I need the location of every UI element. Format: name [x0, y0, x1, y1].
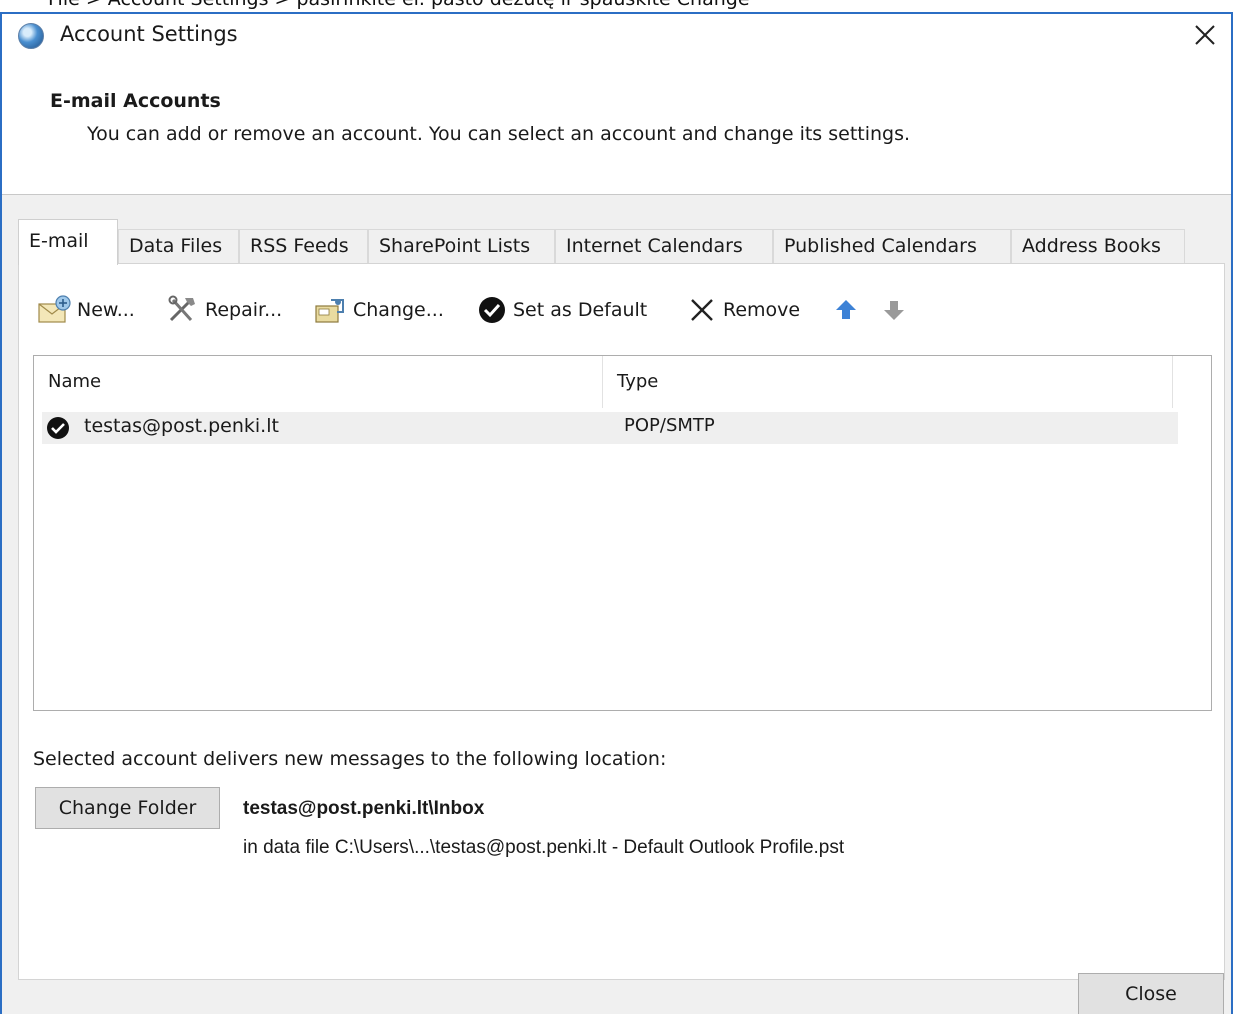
remove-button[interactable]: Remove [687, 292, 800, 328]
arrow-down-icon [884, 301, 904, 320]
header-description: You can add or remove an account. You ca… [87, 123, 911, 145]
list-header: Name Type [34, 356, 1211, 408]
close-icon [1195, 25, 1215, 45]
set-default-label: Set as Default [513, 299, 648, 321]
caption-strip: File > Account Settings > pasirinkite el… [0, 0, 1233, 12]
caption-text: File > Account Settings > pasirinkite el… [48, 0, 750, 10]
email-tab-panel: New... Repair... Change... Set as Defaul… [18, 263, 1225, 980]
delivery-folder: testas@post.penki.lt\Inbox [243, 798, 485, 819]
account-name: testas@post.penki.lt [84, 415, 279, 437]
tab-published-calendars[interactable]: Published Calendars [773, 229, 1011, 264]
move-up-button[interactable] [833, 292, 865, 328]
account-settings-window: Account Settings E-mail Accounts You can… [0, 12, 1233, 1014]
data-file-path: in data file C:\Users\...\testas@post.pe… [243, 837, 845, 858]
change-button[interactable]: Change... [313, 292, 444, 328]
repair-button[interactable]: Repair... [165, 292, 282, 328]
new-label: New... [77, 299, 135, 321]
tab-address-books[interactable]: Address Books [1011, 229, 1185, 264]
tab-internet-calendars[interactable]: Internet Calendars [555, 229, 773, 264]
tab-data-files[interactable]: Data Files [118, 229, 239, 264]
delivery-location-label: Selected account delivers new messages t… [33, 748, 667, 770]
tools-icon [168, 295, 195, 322]
header-title: E-mail Accounts [50, 90, 221, 112]
check-circle-icon [479, 297, 505, 323]
change-account-icon [315, 299, 344, 323]
column-type[interactable]: Type [603, 356, 1173, 408]
tab-strip: E-mail Data Files RSS Feeds SharePoint L… [18, 219, 1198, 265]
tab-rss-feeds[interactable]: RSS Feeds [239, 229, 368, 264]
arrow-up-icon [836, 300, 856, 319]
title-bar: Account Settings [2, 14, 1231, 58]
repair-label: Repair... [205, 299, 283, 321]
account-row[interactable]: testas@post.penki.lt POP/SMTP [42, 412, 1178, 444]
close-window-button[interactable] [1187, 18, 1223, 54]
set-default-button[interactable]: Set as Default [477, 292, 647, 328]
default-account-check-icon [47, 417, 69, 439]
new-button[interactable]: New... [37, 292, 135, 328]
window-title: Account Settings [60, 22, 238, 46]
move-down-button[interactable] [881, 292, 913, 328]
tab-email[interactable]: E-mail [18, 219, 118, 265]
close-button[interactable]: Close [1078, 973, 1224, 1014]
accounts-list[interactable]: Name Type testas@post.penki.lt POP/SMTP [33, 355, 1212, 711]
remove-label: Remove [723, 299, 801, 321]
new-mail-icon [38, 295, 71, 323]
remove-x-icon [691, 299, 713, 321]
outlook-globe-icon [18, 23, 44, 49]
change-label: Change... [353, 299, 444, 321]
dialog-header: E-mail Accounts You can add or remove an… [2, 58, 1231, 195]
account-type: POP/SMTP [624, 415, 715, 436]
tab-sharepoint-lists[interactable]: SharePoint Lists [368, 229, 555, 264]
column-name[interactable]: Name [34, 356, 603, 408]
change-folder-button[interactable]: Change Folder [35, 787, 220, 829]
toolbar: New... Repair... Change... Set as Defaul… [37, 292, 1137, 328]
